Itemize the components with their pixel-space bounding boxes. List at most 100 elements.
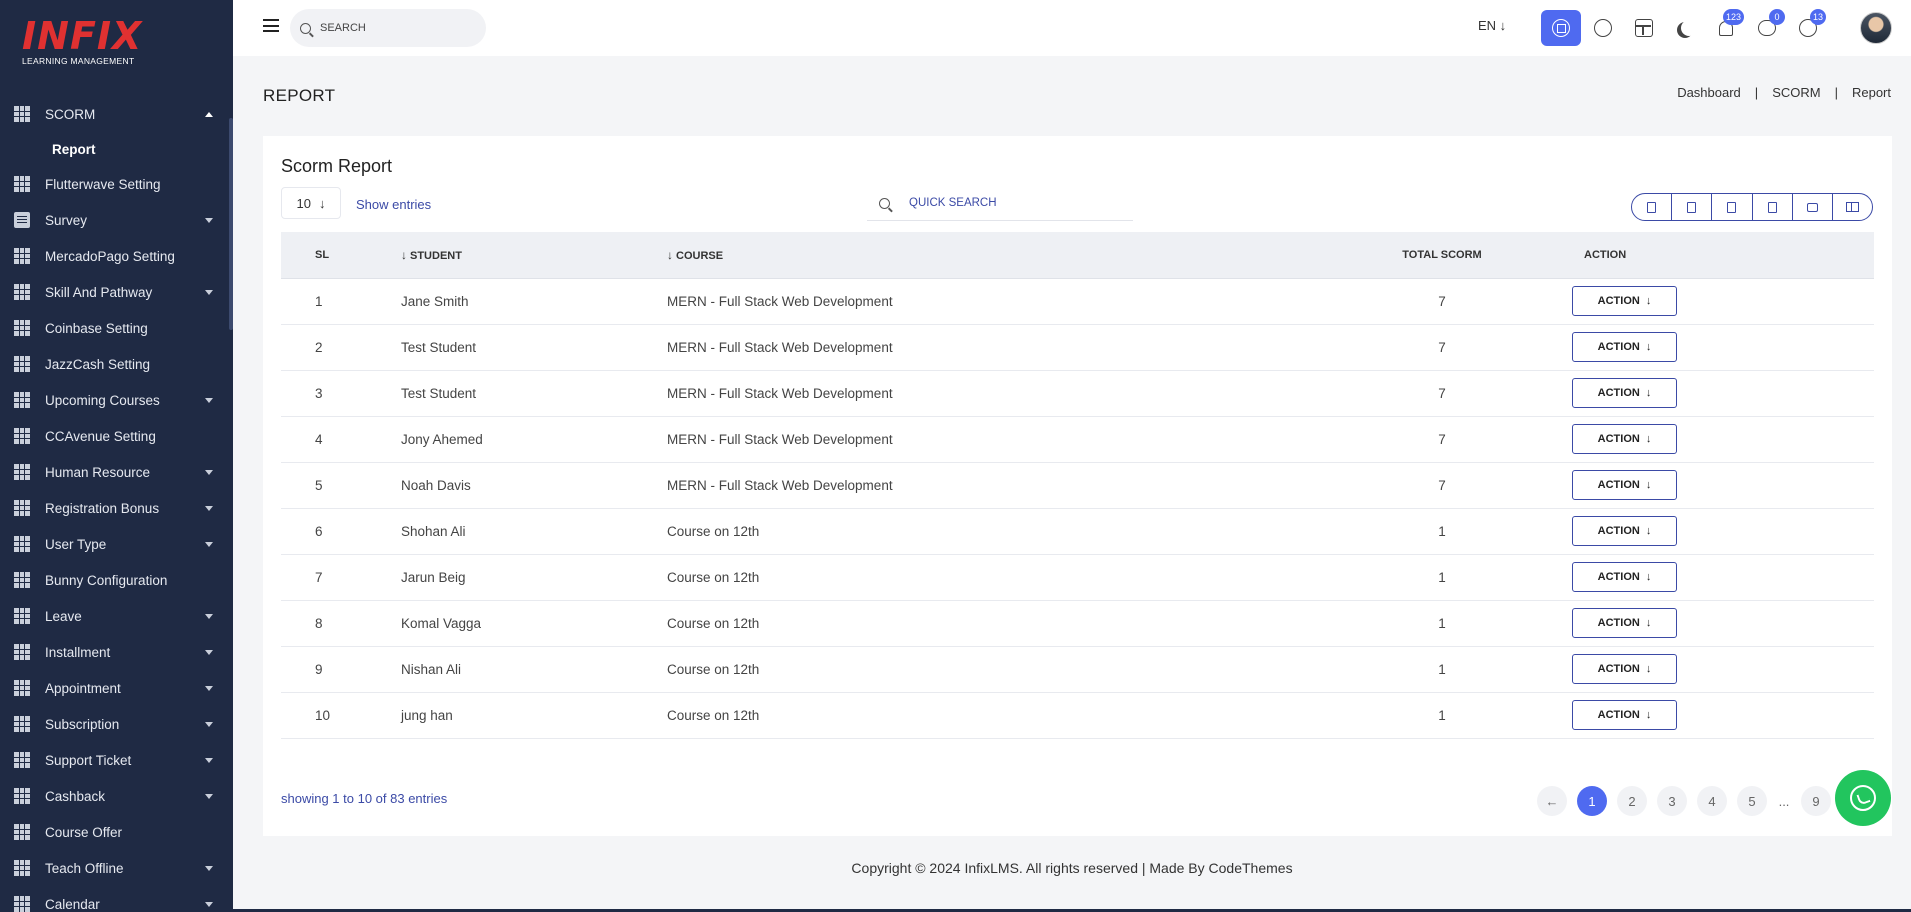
breadcrumb-link-report[interactable]: Report — [1852, 85, 1891, 100]
search-input[interactable] — [320, 22, 470, 34]
cell-course: MERN - Full Stack Web Development — [667, 370, 1313, 417]
sidebar-scrollbar[interactable] — [229, 118, 233, 330]
cell-sl: 2 — [281, 324, 401, 371]
action-button[interactable]: ACTION ↓ — [1572, 424, 1677, 454]
chevron-down-icon — [205, 289, 213, 295]
action-button[interactable]: ACTION ↓ — [1572, 470, 1677, 500]
messages-button[interactable]: 0 — [1747, 9, 1787, 46]
globe-button[interactable] — [1583, 10, 1623, 46]
messages-badge: 0 — [1769, 9, 1785, 25]
action-button[interactable]: ACTION ↓ — [1572, 286, 1677, 316]
sidebar-item-leave[interactable]: Leave — [0, 598, 233, 634]
quick-search-input[interactable] — [909, 197, 1109, 209]
column-header-student-label: STUDENT — [410, 249, 462, 262]
csv-button[interactable] — [1712, 194, 1753, 220]
cell-action: ACTION ↓ — [1571, 278, 1874, 325]
page-button-2[interactable]: 2 — [1617, 786, 1647, 816]
sidebar-item-mercadopago-setting[interactable]: MercadoPago Setting — [0, 238, 233, 274]
sidebar-item-subscription[interactable]: Subscription — [0, 706, 233, 742]
column-visibility-button[interactable] — [1833, 194, 1872, 220]
sidebar-item-flutterwave-setting[interactable]: Flutterwave Setting — [0, 166, 233, 202]
action-button[interactable]: ACTION ↓ — [1572, 654, 1677, 684]
sidebar-subitem-report[interactable]: Report — [0, 132, 233, 166]
sidebar-item-coinbase-setting[interactable]: Coinbase Setting — [0, 310, 233, 346]
prev-page-button[interactable]: ← — [1537, 786, 1567, 816]
sidebar-item-label: Calendar — [45, 896, 100, 912]
column-header-total-scorm[interactable]: TOTAL SCORM — [1313, 232, 1571, 279]
sidebar-item-course-offer[interactable]: Course Offer — [0, 814, 233, 850]
page-button-4[interactable]: 4 — [1697, 786, 1727, 816]
sidebar-item-ccavenue-setting[interactable]: CCAvenue Setting — [0, 418, 233, 454]
page-title: REPORT — [263, 86, 336, 105]
grid-icon — [14, 680, 30, 696]
layout-button[interactable] — [1624, 10, 1664, 46]
language-selector[interactable]: EN ↓ — [1478, 18, 1506, 33]
hamburger-menu-icon[interactable] — [263, 19, 279, 32]
sidebar-item-teach-offline[interactable]: Teach Offline — [0, 850, 233, 886]
table-header-row: SL ↓ STUDENT ↓ COURSE TOTAL SCORM ACTION — [281, 232, 1874, 279]
sidebar-item-registration-bonus[interactable]: Registration Bonus — [0, 490, 233, 526]
excel-button[interactable] — [1672, 194, 1713, 220]
entries-select[interactable]: 10 ↓ — [281, 187, 341, 219]
action-button[interactable]: ACTION ↓ — [1572, 700, 1677, 730]
column-header-sl[interactable]: SL — [281, 232, 401, 279]
sidebar-item-skill-and-pathway[interactable]: Skill And Pathway — [0, 274, 233, 310]
header-search[interactable] — [290, 9, 486, 47]
column-header-student[interactable]: ↓ STUDENT — [401, 232, 667, 279]
grid-icon — [14, 644, 30, 660]
sidebar-item-user-type[interactable]: User Type — [0, 526, 233, 562]
grid-icon — [14, 248, 30, 264]
chevron-down-icon — [205, 757, 213, 763]
sidebar-item-label: Teach Offline — [45, 860, 124, 876]
sidebar-item-calendar[interactable]: Calendar — [0, 886, 233, 912]
copy-button[interactable] — [1632, 194, 1673, 220]
action-button[interactable]: ACTION ↓ — [1572, 516, 1677, 546]
quick-search[interactable] — [867, 186, 1133, 221]
table-row: 2 Test Student MERN - Full Stack Web Devel… — [281, 324, 1874, 371]
whatsapp-button[interactable] — [1835, 770, 1891, 826]
sidebar-item-cashback[interactable]: Cashback — [0, 778, 233, 814]
sidebar-item-human-resource[interactable]: Human Resource — [0, 454, 233, 490]
breadcrumb-link-scorm[interactable]: SCORM — [1772, 85, 1820, 100]
chevron-down-icon — [205, 901, 213, 907]
sidebar-item-survey[interactable]: Survey — [0, 202, 233, 238]
sidebar-item-installment[interactable]: Installment — [0, 634, 233, 670]
cell-total-scorm: 1 — [1313, 508, 1571, 555]
action-button[interactable]: ACTION ↓ — [1572, 562, 1677, 592]
pdf-button[interactable] — [1753, 194, 1793, 220]
cell-student: Test Student — [401, 370, 667, 417]
calls-button[interactable]: 13 — [1788, 9, 1828, 46]
sidebar-item-support-ticket[interactable]: Support Ticket — [0, 742, 233, 778]
page-button-5[interactable]: 5 — [1737, 786, 1767, 816]
sidebar-item-jazzcash-setting[interactable]: JazzCash Setting — [0, 346, 233, 382]
cell-course: Course on 12th — [667, 692, 1313, 739]
dark-mode-button[interactable] — [1665, 10, 1705, 46]
breadcrumb-link-dashboard[interactable]: Dashboard — [1677, 85, 1741, 100]
cpu-button[interactable] — [1541, 10, 1581, 46]
arrow-down-icon: ↓ — [1645, 433, 1652, 445]
action-button[interactable]: ACTION ↓ — [1572, 378, 1677, 408]
logo[interactable]: INFIX LEARNING MANAGEMENT — [0, 0, 233, 96]
print-button[interactable] — [1793, 194, 1833, 220]
grid-icon — [14, 536, 30, 552]
page-button-1[interactable]: 1 — [1577, 786, 1607, 816]
page-button-3[interactable]: 3 — [1657, 786, 1687, 816]
sidebar-item-upcoming-courses[interactable]: Upcoming Courses — [0, 382, 233, 418]
notifications-button[interactable]: 123 — [1706, 9, 1746, 46]
arrow-down-icon: ↓ — [1645, 295, 1652, 307]
grid-icon — [14, 752, 30, 768]
pagination-ellipsis: ... — [1778, 793, 1790, 809]
cell-sl: 4 — [281, 416, 401, 463]
grid-icon — [14, 464, 30, 480]
action-button[interactable]: ACTION ↓ — [1572, 608, 1677, 638]
sidebar-item-appointment[interactable]: Appointment — [0, 670, 233, 706]
sidebar-item-bunny-configuration[interactable]: Bunny Configuration — [0, 562, 233, 598]
action-button[interactable]: ACTION ↓ — [1572, 332, 1677, 362]
column-header-course[interactable]: ↓ COURSE — [667, 232, 1313, 279]
sidebar-item-scorm[interactable]: SCORM — [0, 96, 233, 132]
entries-label: Show entries — [356, 197, 432, 212]
chevron-down-icon — [205, 793, 213, 799]
page-button-9[interactable]: 9 — [1801, 786, 1831, 816]
user-avatar[interactable] — [1860, 12, 1892, 44]
export-buttons — [1631, 193, 1873, 221]
